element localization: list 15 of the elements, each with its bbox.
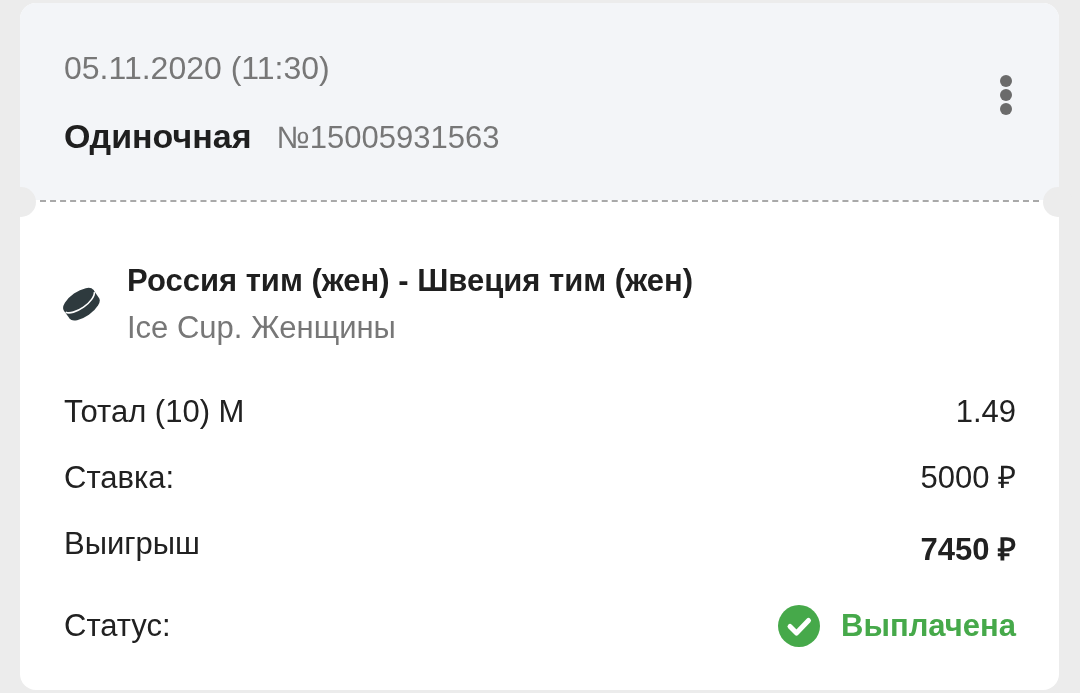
detail-label: Ставка: — [64, 459, 175, 497]
bet-type: Одиночная — [64, 117, 252, 155]
event-tournament: Ice Cup. Женщины — [127, 309, 397, 347]
detail-label: Статус: — [64, 607, 171, 645]
more-options-icon[interactable] — [999, 75, 1013, 115]
payout-value: 7450 ₽ — [920, 531, 1016, 569]
event-teams: Россия тим (жен) - Швеция тим (жен) — [127, 262, 693, 300]
detail-value: 5000 ₽ — [920, 459, 1016, 497]
detail-label: Выигрыш — [64, 525, 200, 563]
detail-value: 1.49 — [955, 393, 1016, 431]
check-circle-icon — [778, 605, 821, 647]
bet-number: №15005931563 — [276, 119, 500, 157]
status-value: Выплачена — [841, 607, 1016, 645]
detail-label: Тотал (10) М — [64, 393, 245, 431]
bet-date: 05.11.2020 (11:30) — [64, 49, 331, 87]
